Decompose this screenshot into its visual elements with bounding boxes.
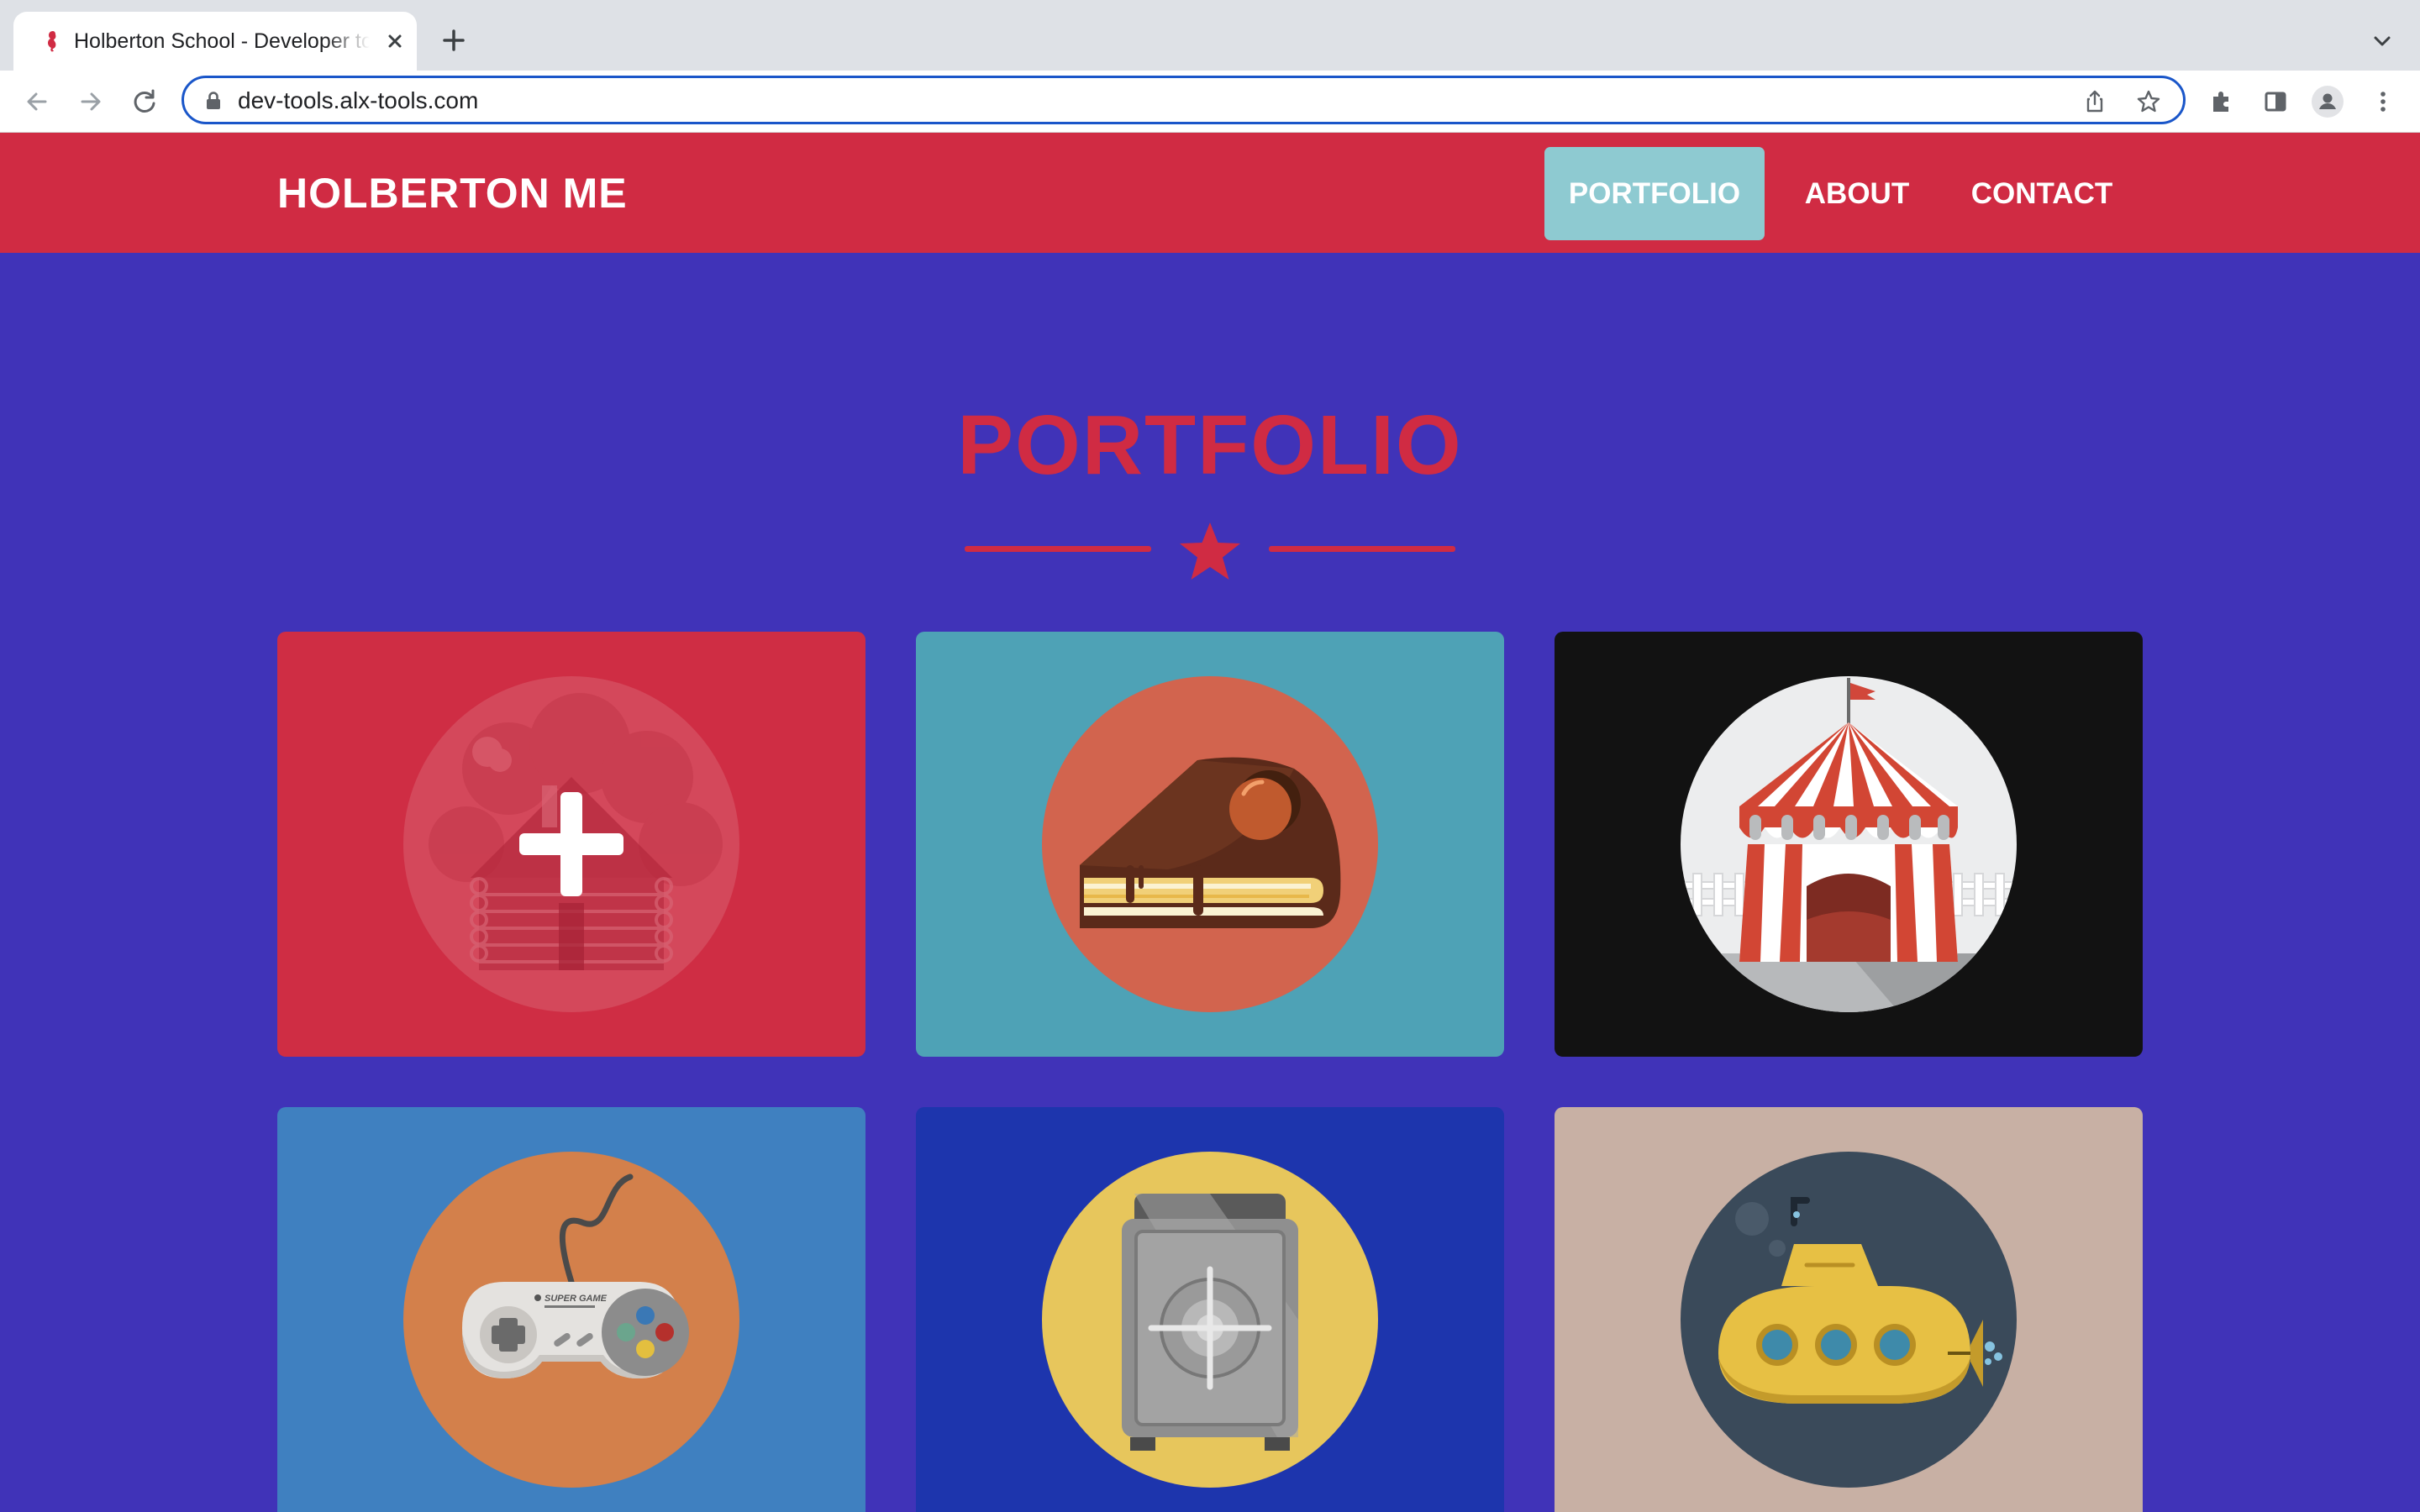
side-panel-icon[interactable] (2259, 85, 2292, 118)
divider-line-right (1269, 546, 1455, 552)
forward-arrow-icon[interactable] (74, 85, 108, 118)
nav-portfolio-link[interactable]: PORTFOLIO (1544, 147, 1765, 240)
site-header: HOLBERTON ME PORTFOLIO ABOUT CONTACT (0, 133, 2420, 253)
new-tab-plus-icon[interactable] (437, 24, 471, 57)
url-text[interactable]: dev-tools.alx-tools.com (238, 87, 478, 114)
kebab-menu-icon[interactable] (2366, 85, 2400, 118)
chevron-down-icon[interactable] (2368, 27, 2396, 55)
browser-toolbar: dev-tools.alx-tools.com (0, 71, 2420, 133)
star-icon (1180, 522, 1240, 580)
nav-about-link[interactable]: ABOUT (1790, 147, 1924, 240)
back-arrow-icon[interactable] (20, 85, 54, 118)
tab-title: Holberton School - Developer tools (74, 29, 370, 53)
address-bar[interactable]: dev-tools.alx-tools.com (182, 76, 2186, 124)
submarine-icon (1681, 1152, 2017, 1488)
divider-line-left (965, 546, 1151, 552)
plus-icon[interactable] (277, 632, 865, 1057)
close-icon[interactable] (383, 29, 407, 53)
bookmark-star-icon[interactable] (2135, 88, 2162, 115)
profile-avatar-icon[interactable] (2311, 85, 2344, 118)
portfolio-item-circus[interactable] (1555, 632, 2143, 1057)
cake-slice-icon (1042, 676, 1378, 1012)
portfolio-item-cake[interactable] (916, 632, 1504, 1057)
portfolio-item-safe[interactable] (916, 1107, 1504, 1512)
browser-tab-strip: Holberton School - Developer tools (0, 0, 2420, 71)
browser-tab[interactable]: Holberton School - Developer tools (13, 12, 417, 71)
game-controller-icon: SUPER GAME (403, 1152, 739, 1488)
seahorse-favicon-icon (48, 31, 56, 52)
circus-tent-icon (1681, 676, 2017, 1012)
portfolio-item-cabin[interactable] (277, 632, 865, 1057)
site-brand[interactable]: HOLBERTON ME (277, 168, 628, 218)
portfolio-heading: PORTFOLIO (957, 398, 1463, 492)
reload-icon[interactable] (128, 85, 161, 118)
controller-label: SUPER GAME (544, 1294, 608, 1304)
safe-icon (1042, 1152, 1378, 1488)
share-icon[interactable] (2081, 88, 2108, 115)
portfolio-item-submarine[interactable] (1555, 1107, 2143, 1512)
portfolio-item-controller[interactable]: SUPER GAME (277, 1107, 865, 1512)
extensions-puzzle-icon[interactable] (2205, 85, 2238, 118)
nav-contact-link[interactable]: CONTACT (1958, 147, 2126, 240)
lock-icon[interactable] (203, 90, 224, 112)
